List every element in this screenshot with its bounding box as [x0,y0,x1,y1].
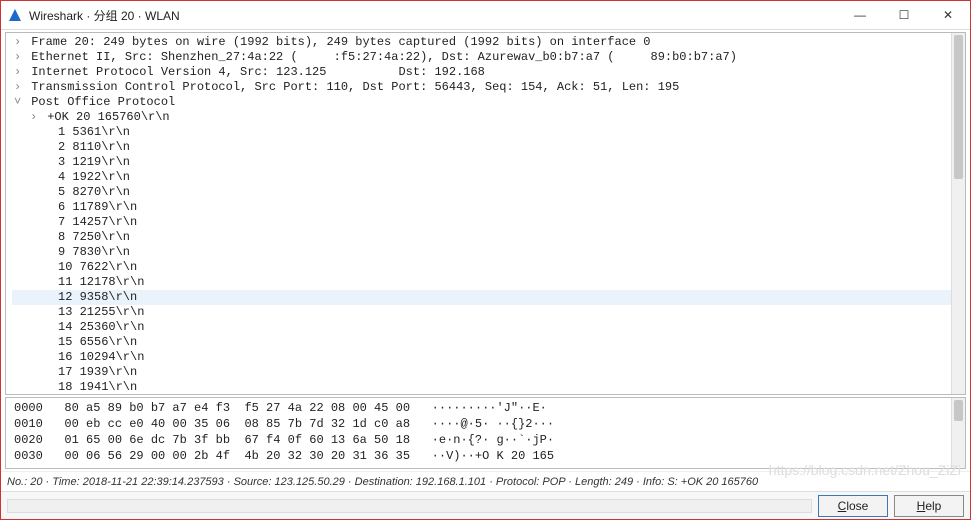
window-title: Wireshark · 分组 20 · WLAN [29,7,838,24]
tree-pop-line[interactable]: 12 9358\r\n [12,290,951,305]
tree-text: 5 8270\r\n [58,185,130,199]
tree-pop-line[interactable]: 6 11789\r\n [12,200,951,215]
expand-icon[interactable]: › [30,110,40,125]
tree-text: Ethernet II, Src: Shenzhen_27:4a:22 ( :f… [24,50,737,64]
hex-row[interactable]: 0010 00 eb cc e0 40 00 35 06 08 85 7b 7d… [12,416,945,432]
tree-text: Frame 20: 249 bytes on wire (1992 bits),… [24,35,651,49]
tree-pop-line[interactable]: 11 12178\r\n [12,275,951,290]
tree-pop-line[interactable]: 8 7250\r\n [12,230,951,245]
tree-ethernet[interactable]: › Ethernet II, Src: Shenzhen_27:4a:22 ( … [12,50,951,65]
tree-text: 11 12178\r\n [58,275,144,289]
tree-pop-line[interactable]: 16 10294\r\n [12,350,951,365]
tree-pop-line[interactable]: 10 7622\r\n [12,260,951,275]
tree-text: 18 1941\r\n [58,380,137,394]
tree-pop-line[interactable]: 2 8110\r\n [12,140,951,155]
tree-text: 16 10294\r\n [58,350,144,364]
expand-icon[interactable]: › [14,50,24,65]
tree-ip[interactable]: › Internet Protocol Version 4, Src: 123.… [12,65,951,80]
tree-text: 1 5361\r\n [58,125,130,139]
help-button-label: Help [917,499,942,513]
tree-text: 6 11789\r\n [58,200,137,214]
tree-text: 12 9358\r\n [58,290,137,304]
tree-text: 2 8110\r\n [58,140,130,154]
tree-pop-line[interactable]: 5 8270\r\n [12,185,951,200]
tree-text: 14 25360\r\n [58,320,144,334]
dialog-footer: Close Help [1,491,970,519]
hex-row[interactable]: 0030 00 06 56 29 00 00 2b 4f 4b 20 32 30… [12,448,945,464]
wireshark-icon [7,7,23,23]
expand-icon[interactable]: › [14,80,24,95]
tree-text: 13 21255\r\n [58,305,144,319]
tree-text: Transmission Control Protocol, Src Port:… [24,80,679,94]
hex-row[interactable]: 0020 01 65 00 6e dc 7b 3f bb 67 f4 0f 60… [12,432,945,448]
tree-text: 9 7830\r\n [58,245,130,259]
tree-text: 15 6556\r\n [58,335,137,349]
vertical-scrollbar[interactable] [951,398,965,468]
tree-pop-line[interactable]: 9 7830\r\n [12,245,951,260]
help-button[interactable]: Help [894,495,964,517]
tree-text: 4 1922\r\n [58,170,130,184]
vertical-scrollbar[interactable] [951,33,965,394]
tree-text: 17 1939\r\n [58,365,137,379]
tree-pop-line[interactable]: 4 1922\r\n [12,170,951,185]
maximize-button[interactable]: ☐ [882,1,926,29]
tree-text: 10 7622\r\n [58,260,137,274]
tree-tcp[interactable]: › Transmission Control Protocol, Src Por… [12,80,951,95]
tree-pop-line[interactable]: 15 6556\r\n [12,335,951,350]
close-window-button[interactable]: ✕ [926,1,970,29]
minimize-button[interactable]: — [838,1,882,29]
tree-text: 8 7250\r\n [58,230,130,244]
status-bar: No.: 20 · Time: 2018-11-21 22:39:14.2375… [1,471,970,491]
tree-pop-line[interactable]: 17 1939\r\n [12,365,951,380]
tree-frame[interactable]: › Frame 20: 249 bytes on wire (1992 bits… [12,35,951,50]
expand-icon[interactable]: › [14,65,24,80]
tree-pop-line[interactable]: 14 25360\r\n [12,320,951,335]
titlebar: Wireshark · 分组 20 · WLAN — ☐ ✕ [1,1,970,29]
horizontal-scrollbar[interactable] [7,499,812,513]
tree-pop-ok[interactable]: › +OK 20 165760\r\n [12,110,951,125]
tree-pop[interactable]: ˅ Post Office Protocol [12,95,951,110]
tree-pop-line[interactable]: 3 1219\r\n [12,155,951,170]
close-button-label: Close [838,499,869,513]
tree-text: Internet Protocol Version 4, Src: 123.12… [24,65,485,79]
packet-details-pane[interactable]: › Frame 20: 249 bytes on wire (1992 bits… [5,32,966,395]
tree-text: Post Office Protocol [24,95,175,109]
close-button[interactable]: Close [818,495,888,517]
tree-text: +OK 20 165760\r\n [40,110,170,124]
expand-icon[interactable]: ˅ [14,95,24,110]
tree-pop-line[interactable]: 7 14257\r\n [12,215,951,230]
tree-pop-line[interactable]: 13 21255\r\n [12,305,951,320]
tree-text: 3 1219\r\n [58,155,130,169]
hex-row[interactable]: 0000 80 a5 89 b0 b7 a7 e4 f3 f5 27 4a 22… [12,400,945,416]
tree-text: 7 14257\r\n [58,215,137,229]
tree-pop-line[interactable]: 18 1941\r\n [12,380,951,394]
tree-pop-line[interactable]: 1 5361\r\n [12,125,951,140]
expand-icon[interactable]: › [14,35,24,50]
packet-bytes-pane[interactable]: 0000 80 a5 89 b0 b7 a7 e4 f3 f5 27 4a 22… [5,397,966,469]
